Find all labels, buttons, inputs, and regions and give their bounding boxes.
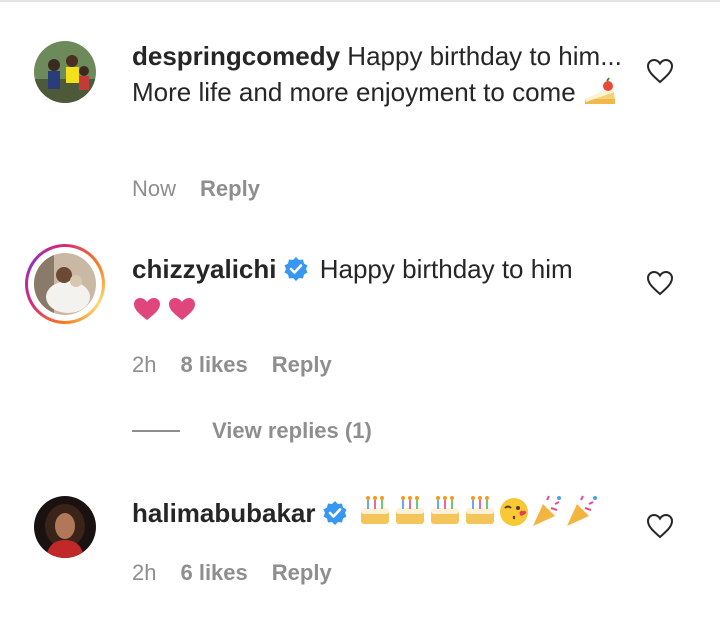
top-divider xyxy=(0,0,720,2)
avatar[interactable] xyxy=(34,496,96,558)
view-replies-line xyxy=(132,430,180,432)
view-replies-button[interactable]: View replies (1) xyxy=(132,418,372,444)
avatar-photo-icon xyxy=(34,253,96,315)
two-pink-hearts-icon xyxy=(132,294,198,333)
avatar-photo-icon xyxy=(34,41,96,103)
like-heart-icon[interactable] xyxy=(646,58,674,84)
avatar[interactable] xyxy=(34,41,96,103)
view-replies-label: View replies (1) xyxy=(212,418,372,443)
like-heart-icon[interactable] xyxy=(646,513,674,539)
reply-button[interactable]: Reply xyxy=(200,176,260,202)
comment-meta: 2h 6 likes Reply xyxy=(132,560,332,586)
comment-username[interactable]: halimabubakar xyxy=(132,498,316,528)
comment-timestamp: 2h xyxy=(132,560,157,585)
comment-text-block: halimabubakar xyxy=(132,494,622,537)
avatar[interactable] xyxy=(34,253,96,315)
reply-button[interactable]: Reply xyxy=(272,560,332,586)
comment-body: Happy birthday to him xyxy=(319,254,573,284)
comment-text-block: despringcomedy Happy birthday to him... … xyxy=(132,38,622,116)
comment-timestamp: 2h xyxy=(132,352,157,377)
cake-slice-icon xyxy=(583,77,617,116)
comment-username[interactable]: despringcomedy xyxy=(132,41,340,71)
likes-count[interactable]: 8 likes xyxy=(180,352,247,378)
comment-meta: Now Reply xyxy=(132,176,260,202)
avatar-photo-icon xyxy=(34,496,96,558)
verified-badge-icon xyxy=(283,255,309,291)
reply-button[interactable]: Reply xyxy=(272,352,332,378)
comment-text-block: chizzyalichi Happy birthday to him xyxy=(132,251,622,333)
likes-count[interactable]: 6 likes xyxy=(180,560,247,586)
story-ring[interactable] xyxy=(25,244,105,324)
comment-meta: 2h 8 likes Reply xyxy=(132,352,332,378)
comment-username[interactable]: chizzyalichi xyxy=(132,254,277,284)
comment-timestamp: Now xyxy=(132,176,177,201)
cakes-kiss-party-poppers-icons xyxy=(359,494,605,537)
like-heart-icon[interactable] xyxy=(646,270,674,296)
verified-badge-icon xyxy=(322,499,348,535)
